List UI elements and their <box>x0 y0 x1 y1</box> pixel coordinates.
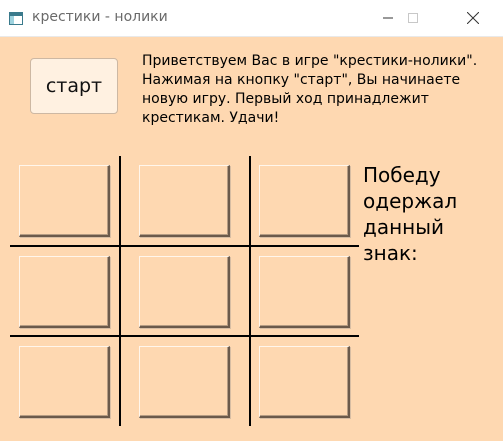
start-button[interactable]: старт <box>30 58 118 114</box>
grid-line-horizontal-top <box>10 245 359 247</box>
board-cell-6[interactable] <box>19 346 110 418</box>
grid-line-vertical-left <box>119 156 121 426</box>
board-cell-4[interactable] <box>139 256 230 328</box>
board-cell-5[interactable] <box>259 256 350 328</box>
window-title: крестики - нолики <box>32 9 168 25</box>
app-window: крестики - нолики старт Приветствуем Вас… <box>0 0 503 441</box>
board-cell-7[interactable] <box>139 346 230 418</box>
grid-line-horizontal-bottom <box>10 335 359 337</box>
welcome-text: Приветствуем Вас в игре "крестики-нолики… <box>142 53 478 126</box>
maximize-button[interactable] <box>390 0 436 36</box>
maximize-icon <box>408 13 418 23</box>
close-icon <box>467 12 479 24</box>
board-cell-1[interactable] <box>139 165 230 237</box>
board-cell-3[interactable] <box>19 256 110 328</box>
winner-label: Победу одержал данный знак: <box>363 163 458 265</box>
close-button[interactable] <box>450 0 496 36</box>
board-cell-8[interactable] <box>259 346 350 418</box>
app-window-icon <box>9 10 23 25</box>
grid-line-vertical-right <box>249 156 251 426</box>
board-cell-0[interactable] <box>19 165 110 237</box>
title-bar[interactable]: крестики - нолики <box>0 0 503 37</box>
board-cell-2[interactable] <box>259 165 350 237</box>
